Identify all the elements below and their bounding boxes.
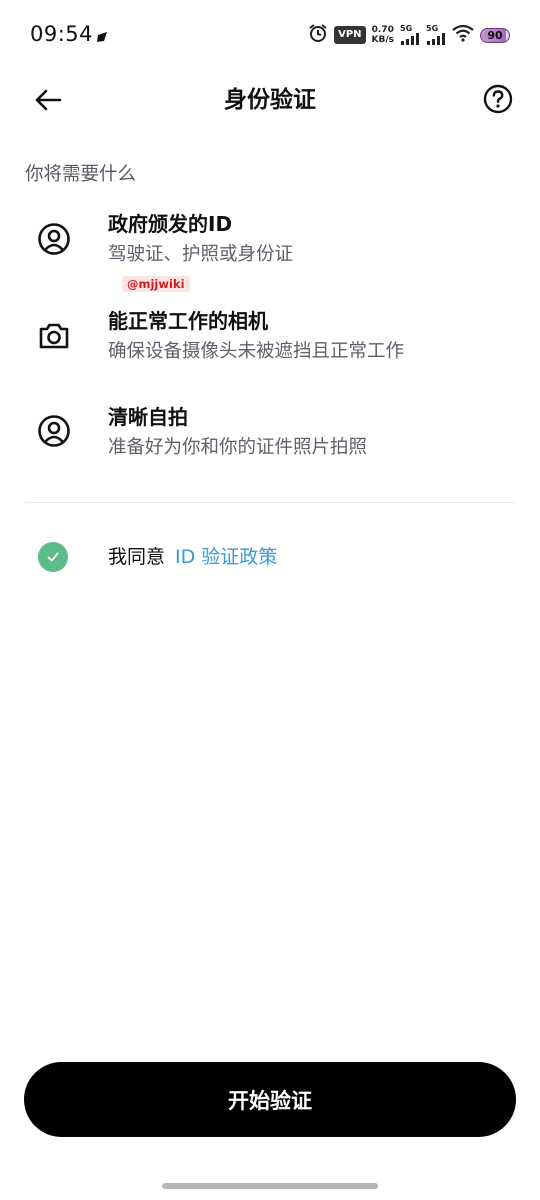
page-title: 身份验证 xyxy=(224,87,316,113)
home-indicator[interactable] xyxy=(162,1183,378,1189)
requirement-title: 能正常工作的相机 xyxy=(108,309,268,333)
requirement-camera: 能正常工作的相机 确保设备摄像头未被遮挡且正常工作 xyxy=(0,307,540,387)
requirement-description: 确保设备摄像头未被遮挡且正常工作 xyxy=(108,341,405,362)
agreement-prefix: 我同意 xyxy=(108,546,166,568)
start-verification-button[interactable]: 开始验证 xyxy=(24,1062,516,1137)
requirement-title: 政府颁发的ID xyxy=(108,212,233,236)
help-button[interactable] xyxy=(482,83,514,115)
question-circle-icon xyxy=(483,84,513,114)
sim2-network-type: 5G xyxy=(426,24,439,33)
network-speed: 0.70 KB/s xyxy=(372,25,394,45)
agree-checkbox[interactable] xyxy=(38,542,68,572)
user-circle-icon xyxy=(36,413,72,449)
sim2-signal: 5G xyxy=(426,25,446,45)
agreement-text: 我同意 ID 验证政策 xyxy=(108,541,277,573)
camera-icon xyxy=(36,318,72,354)
requirement-government-id: 政府颁发的ID 驾驶证、护照或身份证 xyxy=(0,210,540,290)
signal-bars-icon xyxy=(427,33,445,45)
requirement-title: 清晰自拍 xyxy=(108,405,188,429)
user-circle-icon xyxy=(36,221,72,257)
divider xyxy=(25,502,515,503)
status-time: 09:54 xyxy=(30,22,94,46)
network-speed-unit: KB/s xyxy=(371,35,394,45)
requirement-selfie: 清晰自拍 准备好为你和你的证件照片拍照 xyxy=(0,403,540,483)
requirement-description: 驾驶证、护照或身份证 xyxy=(108,244,294,265)
network-speed-value: 0.70 xyxy=(371,25,394,35)
battery-indicator: 90 xyxy=(480,27,510,43)
wifi-icon xyxy=(452,24,474,46)
navigation-arrow-icon xyxy=(96,28,108,47)
sim1-network-type: 5G xyxy=(400,24,413,33)
section-heading: 你将需要什么 xyxy=(25,164,137,185)
status-bar: 09:54 VPN 0.70 KB/s 5G 5G 90 xyxy=(0,0,540,70)
signal-bars-icon xyxy=(401,33,419,45)
watermark: @mjjwiki xyxy=(122,276,190,292)
sim1-signal: 5G xyxy=(400,25,420,45)
vpn-badge: VPN xyxy=(334,26,366,44)
status-icons: VPN 0.70 KB/s 5G 5G 90 xyxy=(308,22,510,48)
checkmark-icon xyxy=(47,552,59,562)
alarm-icon xyxy=(308,23,328,47)
id-policy-link[interactable]: ID 验证政策 xyxy=(175,546,277,568)
requirement-description: 准备好为你和你的证件照片拍照 xyxy=(108,437,368,458)
